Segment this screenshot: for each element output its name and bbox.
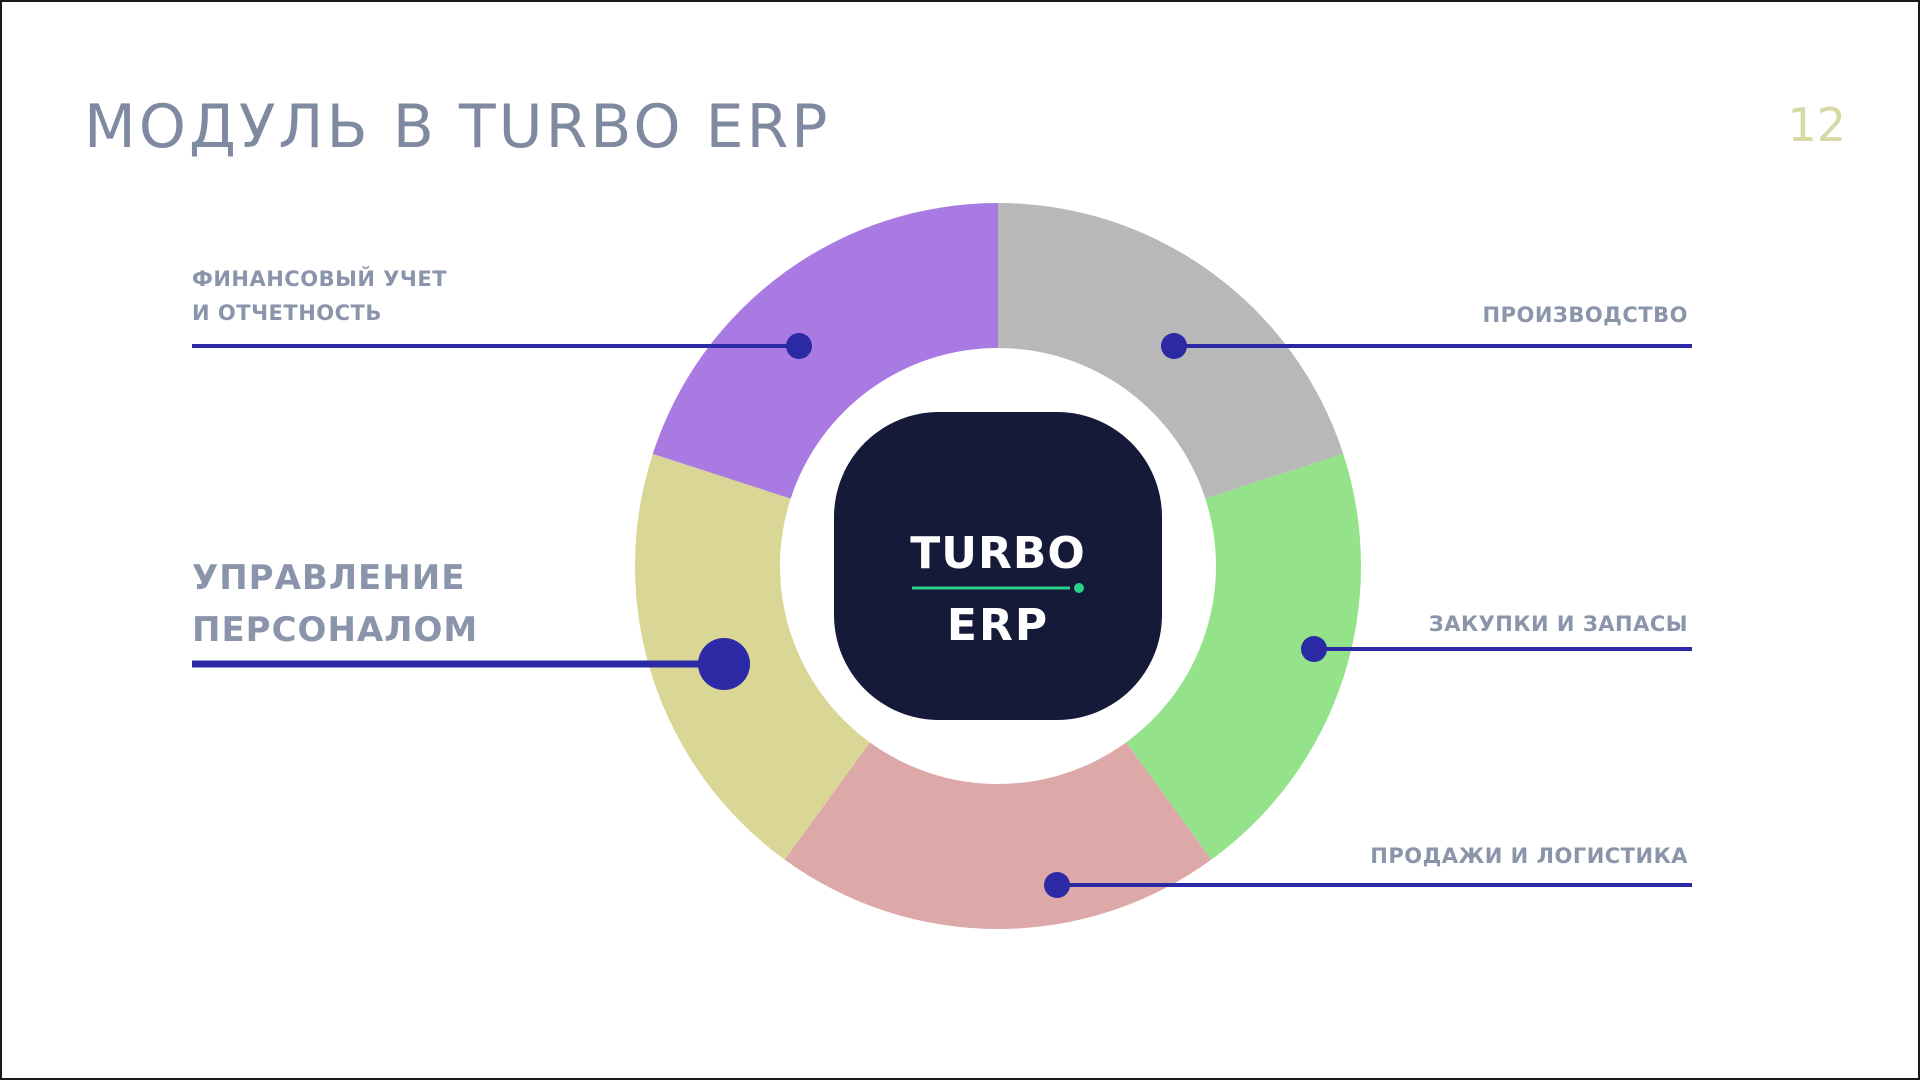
label-hr-line-2: ПЕРСОНАЛОМ (192, 610, 479, 650)
logo-text-erp: ERP (947, 600, 1049, 651)
label-finance: ФИНАНСОВЫЙ УЧЕТ И ОТЧЕТНОСТЬ (192, 262, 447, 330)
connector-dot-hr (698, 638, 750, 690)
logo-accent-dot (1074, 583, 1084, 593)
slide: МОДУЛЬ В TURBO ERP 12 TURBO ERP ФИНАНСОВ… (0, 0, 1920, 1080)
connector-dot-purchasing (1301, 636, 1327, 662)
connector-dot-production (1161, 333, 1187, 359)
label-production: ПРОИЗВОДСТВО (1483, 298, 1688, 332)
label-production-line-1: ПРОИЗВОДСТВО (1482, 303, 1688, 327)
label-sales: ПРОДАЖИ И ЛОГИСТИКА (1370, 839, 1688, 873)
module-ring-diagram: TURBO ERP (192, 203, 1692, 929)
logo-text-turbo: TURBO (910, 528, 1086, 579)
label-sales-line-1: ПРОДАЖИ И ЛОГИСТИКА (1370, 844, 1688, 868)
connector-dot-finance (786, 333, 812, 359)
center-logo: TURBO ERP (834, 412, 1162, 720)
label-purchasing-line-1: ЗАКУПКИ И ЗАПАСЫ (1428, 612, 1688, 636)
connector-dot-sales (1044, 872, 1070, 898)
label-finance-line-2: И ОТЧЕТНОСТЬ (192, 301, 382, 325)
label-hr: УПРАВЛЕНИЕ ПЕРСОНАЛОМ (192, 552, 478, 656)
label-finance-line-1: ФИНАНСОВЫЙ УЧЕТ (192, 267, 448, 291)
label-hr-line-1: УПРАВЛЕНИЕ (192, 558, 466, 598)
label-purchasing: ЗАКУПКИ И ЗАПАСЫ (1429, 607, 1688, 641)
